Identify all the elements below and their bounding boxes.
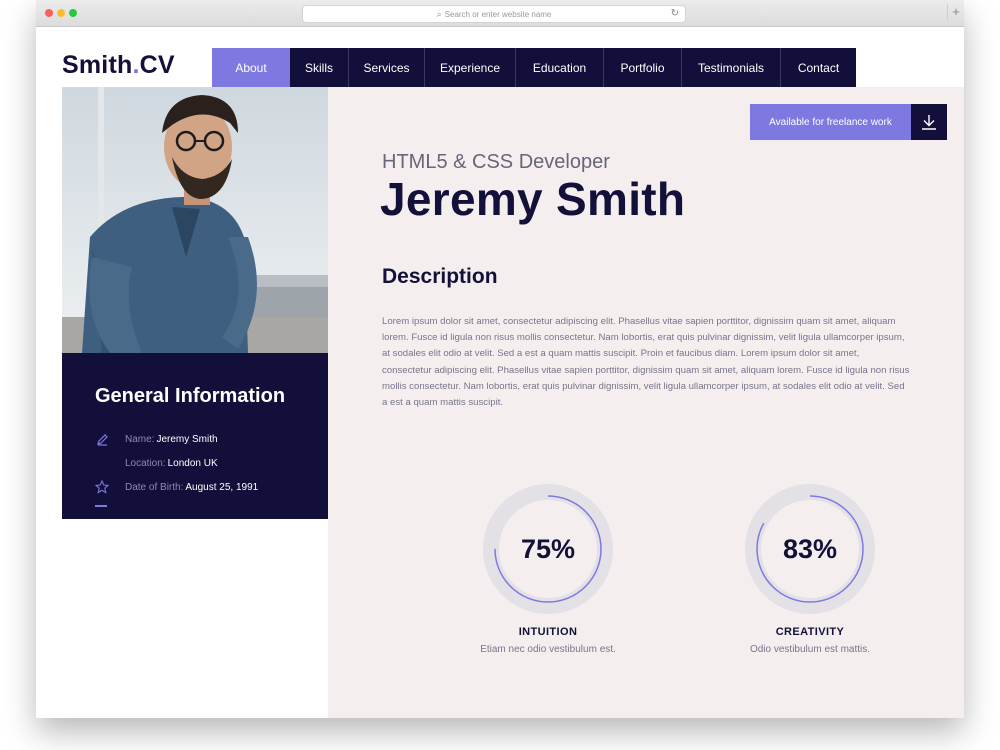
nav-item-education[interactable]: Education	[516, 48, 604, 87]
nav-item-experience[interactable]: Experience	[425, 48, 516, 87]
star-icon	[95, 480, 109, 494]
person-name: Jeremy Smith	[380, 173, 686, 225]
nav-label: Portfolio	[620, 60, 665, 75]
job-title: HTML5 & CSS Developer	[382, 151, 610, 173]
info-value: Jeremy Smith	[156, 433, 218, 445]
general-info-panel: General Information Name: Jeremy Smith L…	[62, 353, 328, 519]
nav-item-services[interactable]: Services	[349, 48, 425, 87]
nav-item-about[interactable]: About	[212, 48, 290, 87]
stat-creativity: 83% CREATIVITY Odio vestibulum est matti…	[710, 484, 910, 655]
info-row-location: Location: London UK	[95, 455, 218, 471]
new-tab-button[interactable]: +	[947, 4, 964, 20]
address-bar[interactable]: ⌕ Search or enter website name ↻	[302, 5, 686, 23]
nav-label: About	[235, 60, 267, 75]
nav-label: Experience	[439, 60, 501, 75]
stat-value: 83%	[782, 533, 838, 564]
stat-title: INTUITION	[518, 626, 578, 638]
stat-value: 75%	[520, 533, 576, 564]
nav-label: Contact	[797, 60, 840, 75]
logo-dot: .	[132, 51, 140, 79]
info-label: Date of Birth:	[125, 481, 184, 493]
stat-title: CREATIVITY	[775, 626, 845, 638]
minimize-window-button[interactable]	[57, 9, 65, 17]
info-label: Name:	[125, 433, 155, 445]
stat-subtitle: Odio vestibulum est mattis.	[749, 644, 871, 655]
main-content: Available for freelance work HTML5 & CSS…	[328, 87, 964, 718]
stat-subtitle: Etiam nec odio vestibulum est.	[480, 644, 616, 655]
description-text: Lorem ipsum dolor sit amet, consectetur …	[382, 316, 910, 409]
browser-window: ⌕ Search or enter website name ↻ + Smith.…	[36, 0, 964, 718]
search-icon: ⌕	[436, 9, 442, 19]
nav-item-portfolio[interactable]: Portfolio	[604, 48, 682, 87]
freelance-label: Available for freelance work	[750, 104, 911, 140]
description-heading: Description	[382, 265, 498, 288]
pencil-icon	[95, 432, 109, 446]
nav-label: Testimonials	[697, 60, 765, 75]
nav-item-testimonials[interactable]: Testimonials	[682, 48, 781, 87]
reload-icon[interactable]: ↻	[671, 6, 679, 22]
nav-item-contact[interactable]: Contact	[781, 48, 856, 87]
zoom-window-button[interactable]	[69, 9, 77, 17]
nav-label: Skills	[304, 60, 333, 75]
nav-label: Services	[363, 60, 410, 75]
stat-intuition: 75% INTUITION Etiam nec odio vestibulum …	[448, 484, 648, 655]
info-label: Location:	[125, 457, 166, 469]
logo-suffix: CV	[139, 51, 175, 79]
general-info-title: General Information	[95, 385, 286, 407]
logo-main: Smith	[62, 51, 133, 79]
info-row-name: Name: Jeremy Smith	[95, 431, 218, 447]
nav-item-skills[interactable]: Skills	[290, 48, 349, 87]
close-window-button[interactable]	[45, 9, 53, 17]
download-icon[interactable]	[911, 104, 947, 140]
profile-photo	[62, 87, 328, 353]
main-nav: About Skills Services Experience Educati…	[212, 48, 856, 87]
address-placeholder: Search or enter website name	[444, 10, 552, 19]
info-row-birthdate: Date of Birth: August 25, 1991	[95, 479, 258, 495]
info-value: London UK	[167, 457, 218, 469]
location-icon	[95, 456, 109, 470]
info-value: August 25, 1991	[185, 481, 259, 493]
nav-label: Education	[532, 60, 587, 75]
browser-toolbar: ⌕ Search or enter website name ↻ +	[36, 0, 964, 27]
info-divider	[95, 505, 107, 507]
site-logo[interactable]: Smith.CV	[62, 51, 175, 80]
freelance-button[interactable]: Available for freelance work	[750, 104, 947, 140]
